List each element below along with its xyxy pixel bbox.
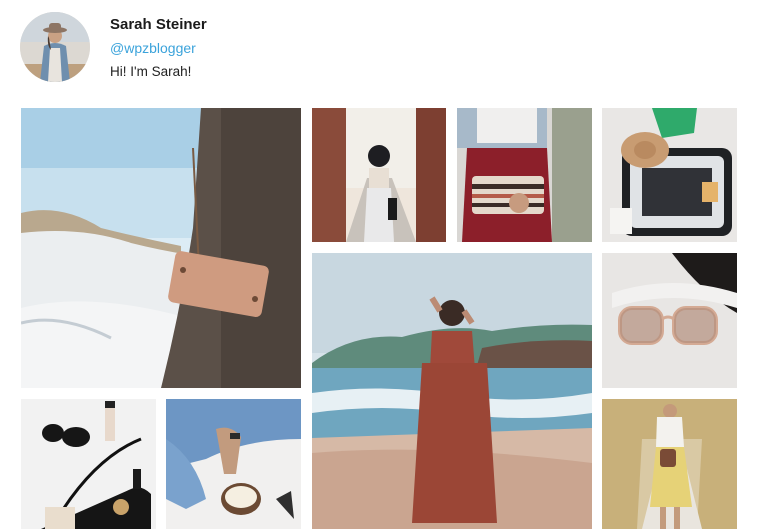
feed-photo-clutch[interactable] bbox=[457, 108, 592, 242]
avatar-image bbox=[20, 12, 90, 82]
profile-handle-link[interactable]: @wpzblogger bbox=[110, 40, 410, 57]
feed-photo-sunglasses[interactable] bbox=[602, 253, 737, 388]
profile-bio: Hi! I'm Sarah! bbox=[110, 64, 192, 79]
feed-photo-jeans-popcorn[interactable] bbox=[166, 399, 301, 529]
feed-photo-beach-dress[interactable] bbox=[312, 253, 592, 529]
feed-photo-street[interactable] bbox=[312, 108, 446, 242]
feed-photo-accessories[interactable] bbox=[21, 399, 156, 529]
feed-photo-yellow-skirt[interactable] bbox=[602, 399, 737, 529]
profile-info: Sarah Steiner @wpzblogger Hi! I'm Sarah! bbox=[110, 16, 410, 80]
feed-photo-bag-beach[interactable] bbox=[21, 108, 301, 388]
profile-name: Sarah Steiner bbox=[110, 16, 207, 33]
avatar[interactable] bbox=[20, 12, 90, 82]
feed-photo-suitcase[interactable] bbox=[602, 108, 737, 242]
